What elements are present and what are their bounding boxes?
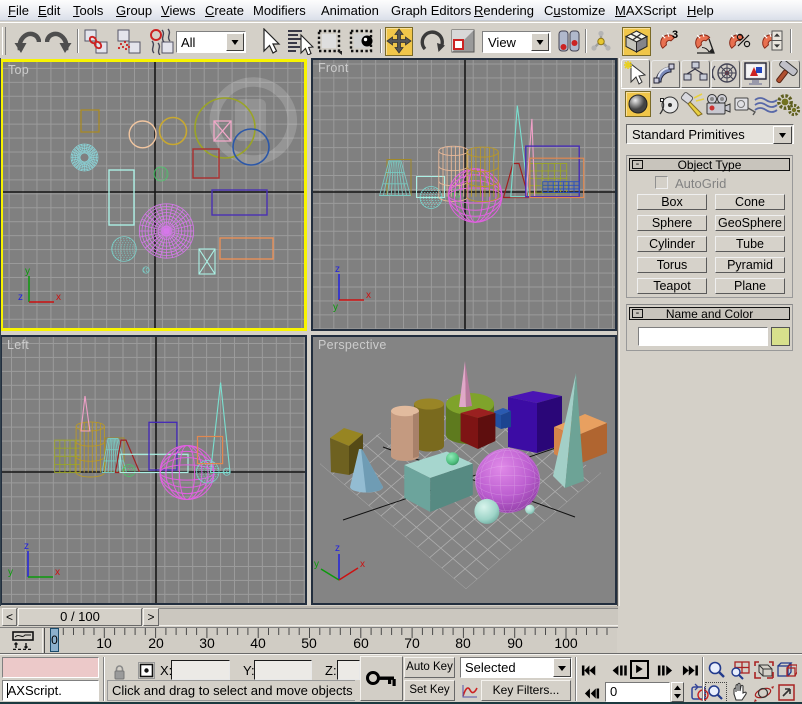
svg-text:y: y: [314, 559, 319, 570]
svg-text:x: x: [360, 559, 365, 570]
svg-text:50: 50: [301, 635, 317, 651]
svg-text:x: x: [366, 290, 371, 301]
svg-text:10: 10: [96, 635, 112, 651]
svg-text:40: 40: [250, 635, 266, 651]
svg-text:x: x: [55, 567, 60, 578]
svg-text:100: 100: [554, 635, 578, 651]
svg-text:20: 20: [148, 635, 164, 651]
svg-text:y: y: [8, 567, 13, 578]
svg-text:60: 60: [353, 635, 369, 651]
svg-text:z: z: [335, 264, 340, 275]
svg-text:30: 30: [199, 635, 215, 651]
svg-text:80: 80: [455, 635, 471, 651]
svg-text:y: y: [25, 266, 30, 277]
svg-text:70: 70: [404, 635, 420, 651]
svg-text:90: 90: [507, 635, 523, 651]
svg-text:z: z: [18, 292, 23, 303]
svg-text:z: z: [335, 543, 340, 554]
svg-text:x: x: [56, 292, 61, 303]
svg-text:y: y: [333, 302, 338, 313]
svg-text:3: 3: [672, 29, 678, 41]
svg-text:z: z: [24, 541, 29, 552]
